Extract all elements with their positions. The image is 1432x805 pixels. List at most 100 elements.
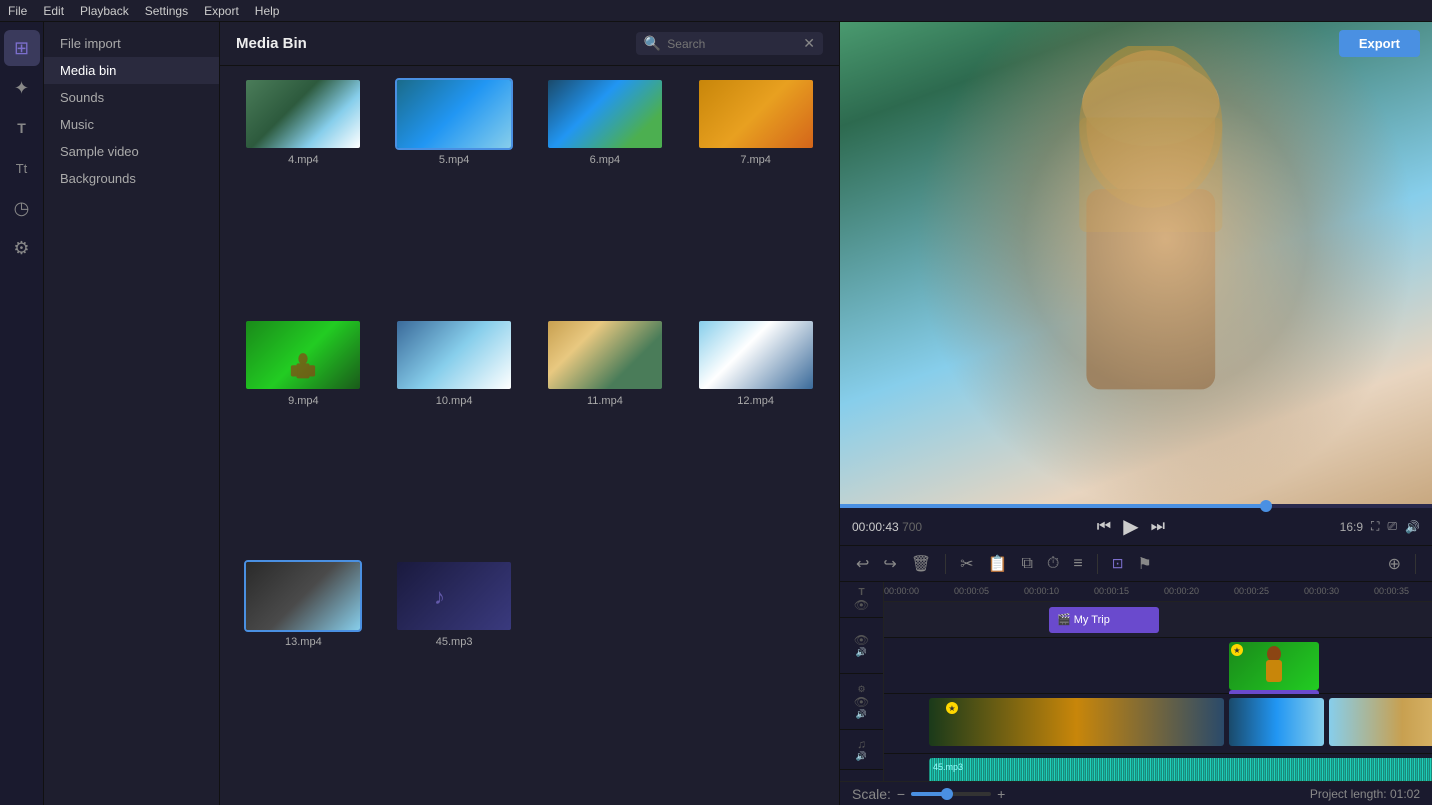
video-track-settings-icon[interactable]: ⚙ xyxy=(857,684,865,695)
media-label-6: 6.mp4 xyxy=(590,154,621,166)
media-item-6[interactable]: 6.mp4 xyxy=(534,78,677,311)
title-clip-my-trip[interactable]: 🎬 My Trip xyxy=(1049,607,1159,633)
sidebar-icon-tools[interactable]: ⚙ xyxy=(4,230,40,266)
audio-track-music-icon: ♫ xyxy=(857,737,866,751)
preview-skip-forward-button[interactable]: ⏭ xyxy=(1151,518,1165,536)
sidebar-icon-font[interactable]: Tt xyxy=(4,150,40,186)
preview-video xyxy=(840,22,1432,504)
left-panel: File import Media bin Sounds Music Sampl… xyxy=(44,22,220,805)
scale-slider[interactable] xyxy=(911,792,991,796)
external-display-icon[interactable]: ⎚ xyxy=(1387,519,1397,534)
pip-track-eye-icon[interactable]: 👁 xyxy=(854,633,869,647)
media-item-11[interactable]: 11.mp4 xyxy=(534,319,677,552)
media-item-12[interactable]: 12.mp4 xyxy=(684,319,827,552)
ruler-20: 00:00:20 xyxy=(1164,586,1199,596)
preview-controls: 00:00:43 700 ⏮ ▶ ⏭ 16:9 ⛶ ⎚ 🔊 xyxy=(840,508,1432,545)
pip-track-vol-icon[interactable]: 🔊 xyxy=(856,647,867,658)
video-clip-lake[interactable] xyxy=(1229,698,1324,746)
menu-export[interactable]: Export xyxy=(204,4,239,18)
media-item-45[interactable]: ♪ 45.mp3 xyxy=(383,560,526,793)
menu-edit[interactable]: Edit xyxy=(43,4,64,18)
right-column: Export xyxy=(840,22,1432,805)
redo-button[interactable]: ↪ xyxy=(879,552,900,576)
flag-button[interactable]: ⚑ xyxy=(1133,552,1155,576)
menu-help[interactable]: Help xyxy=(255,4,280,18)
panel-item-media-bin[interactable]: Media bin xyxy=(44,57,219,84)
scale-controls: Scale: − + xyxy=(852,786,1005,802)
media-item-4[interactable]: 4.mp4 xyxy=(232,78,375,311)
ruler-15: 00:00:15 xyxy=(1094,586,1129,596)
media-bin-panel: Media Bin 🔍 ✕ 4.mp4 5.mp4 6.mp4 xyxy=(220,22,840,805)
sidebar-icon-text[interactable]: T xyxy=(4,110,40,146)
search-input[interactable] xyxy=(667,37,797,51)
video-track-vol-icon[interactable]: 🔊 xyxy=(856,709,867,720)
panel-item-sounds[interactable]: Sounds xyxy=(44,84,219,111)
title-track-text-icon: T xyxy=(858,587,864,598)
preview-play-button[interactable]: ▶ xyxy=(1123,514,1138,539)
panel-item-sample-video[interactable]: Sample video xyxy=(44,138,219,165)
video-clip-group1[interactable] xyxy=(929,698,1224,746)
project-length-value: 01:02 xyxy=(1390,787,1420,801)
timeline-main: T 👁 👁 🔊 ⚙ 👁 🔊 xyxy=(840,582,1432,781)
audio-waveform xyxy=(929,758,1432,781)
preview-right-controls: 16:9 ⛶ ⎚ 🔊 xyxy=(1340,519,1420,534)
video-track-eye-icon[interactable]: 👁 xyxy=(854,695,869,709)
title-track-label: T 👁 xyxy=(840,582,883,618)
menu-settings[interactable]: Settings xyxy=(145,4,188,18)
pip-track: ★ xyxy=(884,638,1432,694)
cut-button[interactable]: ✂ xyxy=(956,552,977,576)
volume-icon[interactable]: 🔊 xyxy=(1405,520,1420,534)
ruler-25: 00:00:25 xyxy=(1234,586,1269,596)
timeline-track-labels: T 👁 👁 🔊 ⚙ 👁 🔊 xyxy=(840,582,884,781)
aspect-ratio-selector[interactable]: 16:9 xyxy=(1340,520,1363,534)
search-clear-icon[interactable]: ✕ xyxy=(803,35,815,52)
audio-track-label: ♫ 🔊 xyxy=(840,730,883,770)
timer-button[interactable]: ⏱ xyxy=(1043,553,1063,575)
sidebar-icon-clock[interactable]: ◷ xyxy=(4,190,40,226)
add-track-icon[interactable]: ⊕ xyxy=(1384,552,1405,576)
menu-playback[interactable]: Playback xyxy=(80,4,129,18)
menu-file[interactable]: File xyxy=(8,4,27,18)
panel-item-backgrounds[interactable]: Backgrounds xyxy=(44,165,219,192)
zoom-out-icon[interactable]: − xyxy=(897,786,905,802)
export-button[interactable]: Export xyxy=(1339,30,1420,57)
timeline-area: ↩ ↪ 🗑 ✂ 📋 ⧉ ⏱ ≡ ⊡ ⚑ ⊕ xyxy=(840,545,1432,805)
sidebar-icon-effects[interactable]: ✦ xyxy=(4,70,40,106)
video-track-label: ⚙ 👁 🔊 xyxy=(840,674,883,730)
project-length-label: Project length: xyxy=(1310,787,1387,801)
audio-clip-main[interactable]: 45.mp3 xyxy=(929,758,1432,781)
main-video-track: ★ xyxy=(884,694,1432,754)
search-icon: 🔍 xyxy=(644,35,661,52)
media-item-10[interactable]: 10.mp4 xyxy=(383,319,526,552)
panel-item-music[interactable]: Music xyxy=(44,111,219,138)
timeline-tracks-area: 00:00:00 00:00:05 00:00:10 00:00:15 00:0… xyxy=(884,582,1432,781)
video-clip-blonde[interactable] xyxy=(1329,698,1432,746)
scale-label: Scale: xyxy=(852,786,891,802)
media-item-13[interactable]: 13.mp4 xyxy=(232,560,375,793)
undo-button[interactable]: ↩ xyxy=(852,552,873,576)
video-clip-group1-inner xyxy=(929,698,1224,746)
sidebar-icon-home[interactable]: ⊞ xyxy=(4,30,40,66)
paste-button[interactable]: 📋 xyxy=(984,552,1012,576)
title-track-eye-icon[interactable]: 👁 xyxy=(854,598,869,612)
preview-skip-back-button[interactable]: ⏮ xyxy=(1097,518,1111,536)
title-track: 🎬 My Trip xyxy=(884,602,1432,638)
panel-item-file-import[interactable]: File import xyxy=(44,30,219,57)
scale-slider-thumb xyxy=(941,788,953,800)
audio-track-vol-icon[interactable]: 🔊 xyxy=(856,751,867,762)
title-clip-label: 🎬 My Trip xyxy=(1057,613,1110,626)
media-item-9[interactable]: 9.mp4 xyxy=(232,319,375,552)
overlay-button[interactable]: ⊡ xyxy=(1108,553,1128,574)
ruler-30: 00:00:30 xyxy=(1304,586,1339,596)
zoom-in-icon[interactable]: + xyxy=(997,786,1005,802)
delete-button[interactable]: 🗑 xyxy=(907,552,935,576)
media-item-7[interactable]: 7.mp4 xyxy=(684,78,827,311)
media-item-5[interactable]: 5.mp4 xyxy=(383,78,526,311)
align-button[interactable]: ≡ xyxy=(1069,553,1086,575)
preview-progress-fill xyxy=(840,504,1266,508)
trim-button[interactable]: ⧉ xyxy=(1017,553,1036,575)
svg-text:♪: ♪ xyxy=(434,584,445,609)
preview-panel: Export xyxy=(840,22,1432,545)
fullscreen-icon[interactable]: ⛶ xyxy=(1371,519,1379,534)
ruler-35: 00:00:35 xyxy=(1374,586,1409,596)
